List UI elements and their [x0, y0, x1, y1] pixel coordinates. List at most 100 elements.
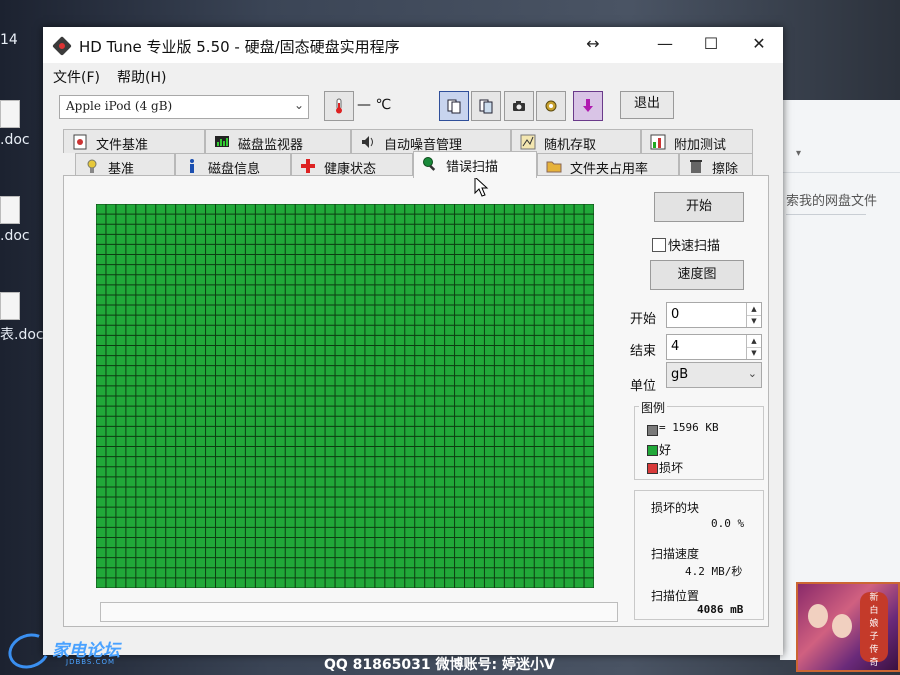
desktop-doc-icon[interactable]: .doc — [0, 196, 40, 244]
scan-progress-bar — [100, 602, 618, 622]
desktop-doc-icon[interactable]: 表.doc — [0, 292, 44, 344]
chevron-down-icon: ⌄ — [747, 367, 757, 380]
tab-random-access[interactable]: 随机存取 — [511, 129, 641, 153]
scan-speed-value: 4.2 MB/秒 — [685, 565, 743, 578]
camera-icon — [513, 101, 525, 111]
random-access-icon — [520, 134, 536, 150]
unit-value: gB — [671, 367, 689, 382]
spin-down-icon[interactable]: ▼ — [746, 315, 761, 327]
menu-file[interactable]: 文件(F) — [53, 67, 100, 87]
forum-logo-icon — [3, 627, 55, 675]
tab-folder-usage[interactable]: 文件夹占用率 — [537, 153, 679, 177]
poster-figure — [832, 614, 852, 638]
tab-benchmark[interactable]: 基准 — [75, 153, 175, 177]
copy-info-button[interactable] — [439, 91, 469, 121]
screenshot-button[interactable] — [504, 91, 534, 121]
end-spinbox[interactable]: 4 ▲ ▼ — [666, 334, 762, 360]
quick-scan-checkbox[interactable] — [652, 238, 666, 252]
scan-position-value: 4086 mB — [697, 603, 744, 616]
end-value: 4 — [671, 339, 680, 354]
quick-scan-label: 快速扫描 — [668, 239, 721, 254]
stats-group: 损坏的块 0.0 % 扫描速度 4.2 MB/秒 扫描位置 4086 mB — [634, 490, 764, 620]
desktop-icon-text: .doc — [0, 132, 30, 148]
tab-file-benchmark[interactable]: 文件基准 — [63, 129, 205, 153]
error-scan-block-grid — [96, 204, 594, 588]
copy-icon — [447, 99, 461, 114]
start-value: 0 — [671, 307, 680, 322]
legend-damaged-swatch — [647, 463, 658, 474]
trash-icon — [690, 160, 702, 173]
tab-label: 附加测试 — [674, 138, 727, 153]
spin-down-icon[interactable]: ▼ — [746, 347, 761, 359]
tab-disk-monitor[interactable]: 磁盘监视器 — [205, 129, 351, 153]
legend-title: 图例 — [639, 399, 668, 416]
legend-good-swatch — [647, 445, 658, 456]
toolbar: Apple iPod (4 gB) ⌄ — ℃ 退出 — [43, 89, 783, 125]
start-label: 开始 — [630, 312, 657, 327]
close-button[interactable]: ✕ — [741, 32, 777, 56]
tab-error-scan[interactable]: 错误扫描 — [413, 151, 537, 178]
window-title: HD Tune 专业版 5.50 - 硬盘/固态硬盘实用程序 — [79, 38, 400, 56]
start-scan-button[interactable]: 开始 — [654, 192, 744, 222]
document-icon — [0, 196, 20, 224]
menu-bar: 文件(F) 帮助(H) — [43, 63, 783, 89]
title-bar[interactable]: HD Tune 专业版 5.50 - 硬盘/固态硬盘实用程序 ↔ — ☐ ✕ — [43, 27, 783, 64]
speaker-icon — [362, 136, 373, 148]
tab-noise-management[interactable]: 自动噪音管理 — [351, 129, 511, 153]
info-icon — [190, 159, 194, 173]
legend-block-size: = 1596 KB — [659, 421, 719, 434]
desktop-icon-label: 14 — [0, 32, 40, 48]
legend-damaged-label: 损坏 — [659, 461, 684, 475]
poster-title-char: 娘 — [869, 619, 879, 629]
forum-watermark: 家电论坛 JDBBS.COM — [0, 627, 140, 675]
drive-select[interactable]: Apple iPod (4 gB) ⌄ — [59, 95, 309, 119]
legend-block-swatch — [647, 425, 658, 436]
temperature-button[interactable] — [324, 91, 354, 121]
tab-erase[interactable]: 擦除 — [679, 153, 753, 177]
poster-figure — [808, 604, 828, 628]
divider — [786, 214, 866, 215]
download-arrow-icon — [583, 99, 593, 112]
exit-button[interactable]: 退出 — [620, 91, 674, 119]
copy-all-button[interactable] — [471, 91, 501, 121]
tab-label: 磁盘监视器 — [238, 138, 304, 153]
thermometer-icon — [336, 98, 342, 114]
health-icon — [301, 159, 315, 173]
monitor-icon — [215, 136, 229, 147]
poster-title-char: 传 — [869, 645, 879, 655]
legend-good-label: 好 — [659, 443, 672, 457]
speed-map-button[interactable]: 速度图 — [650, 260, 744, 290]
hdtune-window: HD Tune 专业版 5.50 - 硬盘/固态硬盘实用程序 ↔ — ☐ ✕ 文… — [43, 27, 783, 655]
drive-select-value: Apple iPod (4 gB) — [66, 99, 173, 113]
file-benchmark-icon — [73, 134, 87, 150]
end-label: 结束 — [630, 344, 657, 359]
watermark-subtext: JDBBS.COM — [66, 658, 116, 666]
desktop-doc-icon[interactable]: .doc — [0, 100, 40, 148]
restore-arrows-icon[interactable]: ↔ — [575, 32, 611, 56]
save-button[interactable] — [573, 91, 603, 121]
copy-all-icon — [479, 99, 493, 114]
scan-position-label: 扫描位置 — [651, 589, 700, 603]
menu-help[interactable]: 帮助(H) — [117, 67, 166, 87]
tab-label: 文件基准 — [96, 138, 149, 153]
poster-title: 新 白 娘 子 传 奇 — [860, 592, 888, 668]
scan-controls: 开始 快速扫描 速度图 开始 0 ▲ ▼ 结束 4 ▲ ▼ 单位 gB ⌄ 图例… — [624, 176, 770, 628]
divider — [780, 172, 900, 173]
minimize-button[interactable]: — — [647, 32, 683, 56]
tab-health[interactable]: 健康状态 — [291, 153, 413, 177]
tab-disk-info[interactable]: 磁盘信息 — [175, 153, 291, 177]
document-icon — [0, 100, 20, 128]
background-explorer-window: ▾ 索我的网盘文件 — [780, 100, 900, 660]
tab-extra-tests[interactable]: 附加测试 — [641, 129, 753, 153]
error-scan-panel: 开始 快速扫描 速度图 开始 0 ▲ ▼ 结束 4 ▲ ▼ 单位 gB ⌄ 图例… — [63, 175, 769, 627]
folder-icon — [546, 161, 562, 173]
unit-select[interactable]: gB ⌄ — [666, 362, 762, 388]
poster-title-char: 子 — [869, 632, 879, 642]
benchmark-icon — [87, 159, 97, 173]
desktop-icon-text: 14 — [0, 32, 18, 48]
unit-label: 单位 — [630, 379, 657, 394]
options-button[interactable] — [536, 91, 566, 121]
maximize-button[interactable]: ☐ — [693, 32, 729, 56]
poster-title-char: 白 — [869, 606, 879, 616]
start-spinbox[interactable]: 0 ▲ ▼ — [666, 302, 762, 328]
